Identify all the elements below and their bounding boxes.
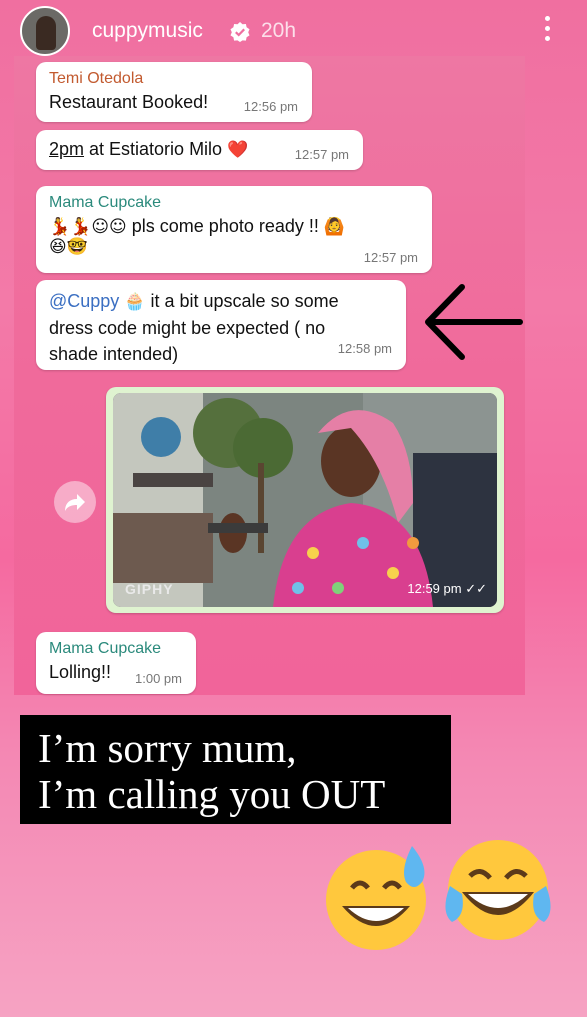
read-receipt-icon: ✓✓ xyxy=(465,581,487,596)
message-time: 12:56 pm xyxy=(243,99,298,114)
message-time: 12:57 pm xyxy=(294,147,349,162)
message-bubble: 2pm at Estiatorio Milo ❤️ 12:57 pm xyxy=(36,130,363,170)
left-arrow-icon xyxy=(425,284,523,360)
dancer-emoji: 💃💃☺☺ xyxy=(49,217,127,237)
caption-line: I’m sorry mum, xyxy=(38,725,297,771)
message-time: 12:58 pm xyxy=(337,341,392,356)
cupcake-emoji: 🧁 xyxy=(124,292,146,312)
message-text: Lolling!! xyxy=(49,662,112,682)
message-link[interactable]: 2pm xyxy=(49,139,84,159)
post-time: 20h xyxy=(261,19,297,42)
gif-message: GIPHY 12:59 pm ✓✓ xyxy=(106,387,504,613)
message-time: 1:00 pm xyxy=(135,671,182,686)
person-gesturing-emoji: 🙆 xyxy=(323,217,346,237)
more-options-icon[interactable] xyxy=(544,16,552,44)
message-sender: Mama Cupcake xyxy=(49,194,162,211)
mention[interactable]: @Cuppy xyxy=(49,291,119,311)
message-bubble: Mama Cupcake 💃💃☺☺ pls come photo ready !… xyxy=(36,186,432,273)
story-header: cuppymusic 20h xyxy=(0,0,587,62)
message-bubble: @Cuppy 🧁 it a bit upscale so some dress … xyxy=(36,280,406,370)
message-sender: Mama Cupcake xyxy=(49,640,162,657)
message-sender: Temi Otedola xyxy=(49,70,144,87)
verified-badge-icon xyxy=(230,22,250,42)
caption-line: I’m calling you OUT xyxy=(38,771,386,817)
giphy-watermark: GIPHY xyxy=(125,581,174,597)
message-bubble: Mama Cupcake Lolling!! 1:00 pm xyxy=(36,632,196,694)
face-with-tears-of-joy-emoji xyxy=(445,840,551,940)
avatar[interactable] xyxy=(20,6,70,56)
heart-emoji: ❤️ xyxy=(227,140,249,160)
message-text: it a bit upscale so some xyxy=(145,291,339,311)
grinning-face-with-sweat-emoji xyxy=(326,846,426,950)
gif-image[interactable]: GIPHY 12:59 pm ✓✓ xyxy=(113,393,497,607)
username[interactable]: cuppymusic xyxy=(92,19,203,43)
message-text: at Estiatorio Milo xyxy=(84,139,223,159)
story-caption: I’m sorry mum, I’m calling you OUT xyxy=(20,715,451,824)
message-bubble: Temi Otedola Restaurant Booked! 12:56 pm xyxy=(36,62,312,122)
message-time: 12:59 pm ✓✓ xyxy=(407,581,487,596)
forward-icon[interactable] xyxy=(54,481,96,523)
message-time: 12:57 pm xyxy=(363,250,418,265)
message-text: Restaurant Booked! xyxy=(49,92,209,112)
message-text: pls come photo ready !! xyxy=(126,216,319,236)
